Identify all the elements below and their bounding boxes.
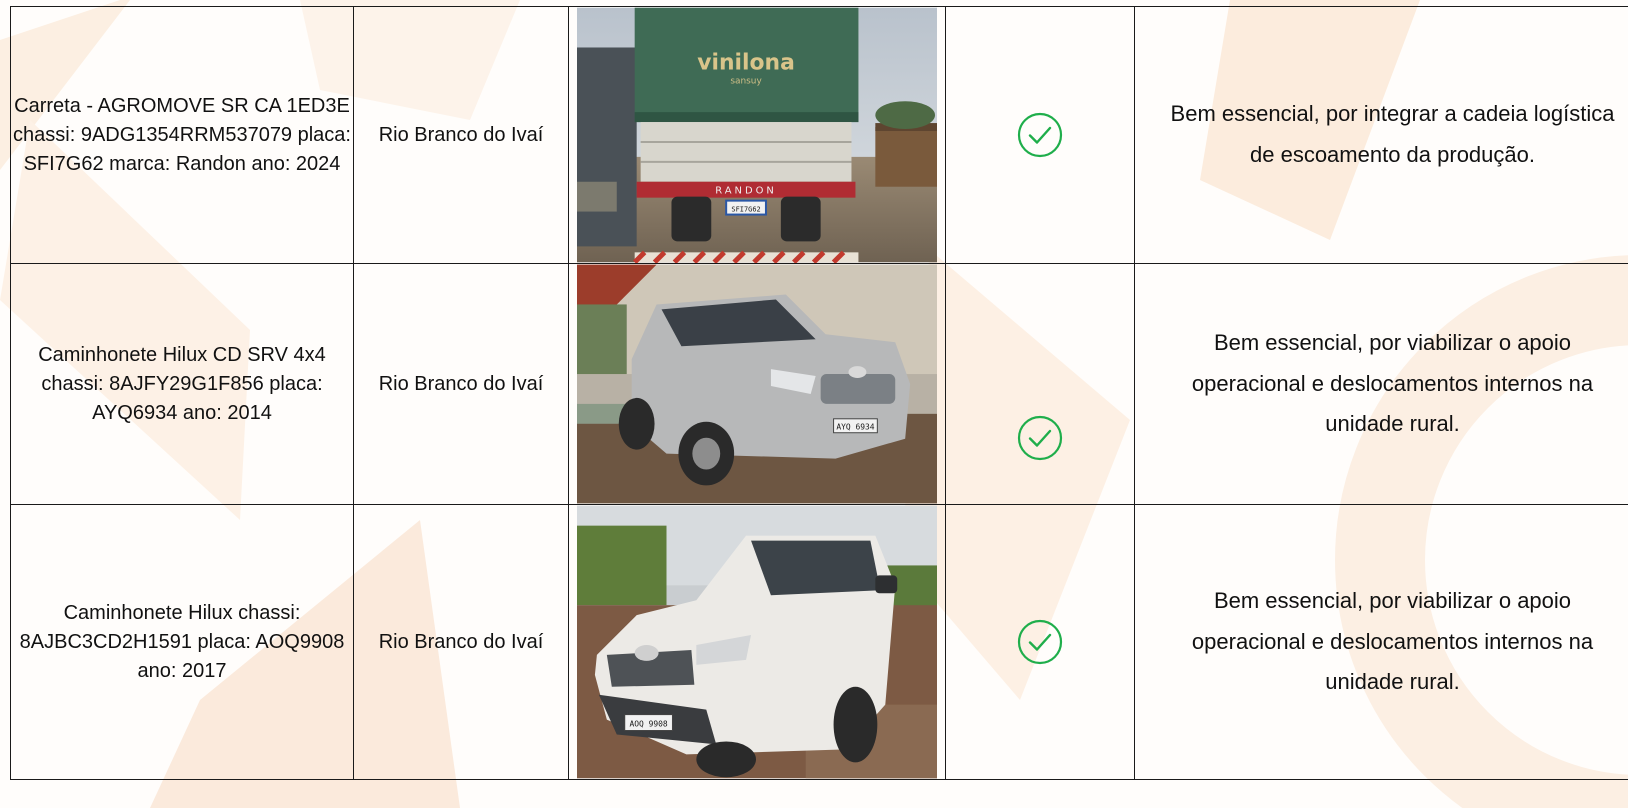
status-cell (945, 6, 1135, 264)
asset-description: Carreta - AGROMOVE SR CA 1ED3E chassi: 9… (10, 6, 354, 264)
asset-photo-cell: AYQ 6934 (568, 263, 946, 505)
tarp-sub-text: sansuy (730, 76, 762, 86)
plate-text: AYQ 6934 (836, 423, 874, 432)
asset-description: Caminhonete Hilux CD SRV 4x4 chassi: 8AJ… (10, 263, 354, 505)
asset-photo-cell: vinilona sansuy RANDON SFI7G62 (568, 6, 946, 264)
asset-location: Rio Branco do Ivaí (353, 504, 569, 780)
plate-text: SFI7G62 (731, 206, 760, 214)
document-page: Carreta - AGROMOVE SR CA 1ED3E chassi: 9… (0, 0, 1628, 808)
justification-text: Bem essencial, por viabilizar o apoio op… (1134, 263, 1628, 505)
trailer-brand-text: RANDON (715, 186, 777, 197)
justification-text: Bem essencial, por viabilizar o apoio op… (1134, 504, 1628, 780)
pickup-truck-photo: AOQ 9908 (577, 505, 937, 779)
plate-text: AOQ 9908 (629, 720, 667, 729)
asset-table: Carreta - AGROMOVE SR CA 1ED3E chassi: 9… (10, 6, 1628, 780)
asset-photo-cell: AOQ 9908 (568, 504, 946, 780)
status-cell (945, 504, 1135, 780)
check-circle-icon (1017, 619, 1063, 665)
asset-location: Rio Branco do Ivaí (353, 6, 569, 264)
table-row: Carreta - AGROMOVE SR CA 1ED3E chassi: 9… (10, 6, 1628, 264)
status-cell (945, 263, 1135, 505)
table-row: Caminhonete Hilux chassi: 8AJBC3CD2H1591… (10, 504, 1628, 780)
tarp-brand-text: vinilona (697, 50, 795, 75)
asset-description: Caminhonete Hilux chassi: 8AJBC3CD2H1591… (10, 504, 354, 780)
truck-trailer-photo: vinilona sansuy RANDON SFI7G62 (577, 7, 937, 263)
justification-text: Bem essencial, por integrar a cadeia log… (1134, 6, 1628, 264)
asset-location: Rio Branco do Ivaí (353, 263, 569, 505)
check-circle-icon (1017, 415, 1063, 461)
pickup-truck-photo: AYQ 6934 (577, 264, 937, 504)
table-row: Caminhonete Hilux CD SRV 4x4 chassi: 8AJ… (10, 263, 1628, 505)
check-circle-icon (1017, 112, 1063, 158)
